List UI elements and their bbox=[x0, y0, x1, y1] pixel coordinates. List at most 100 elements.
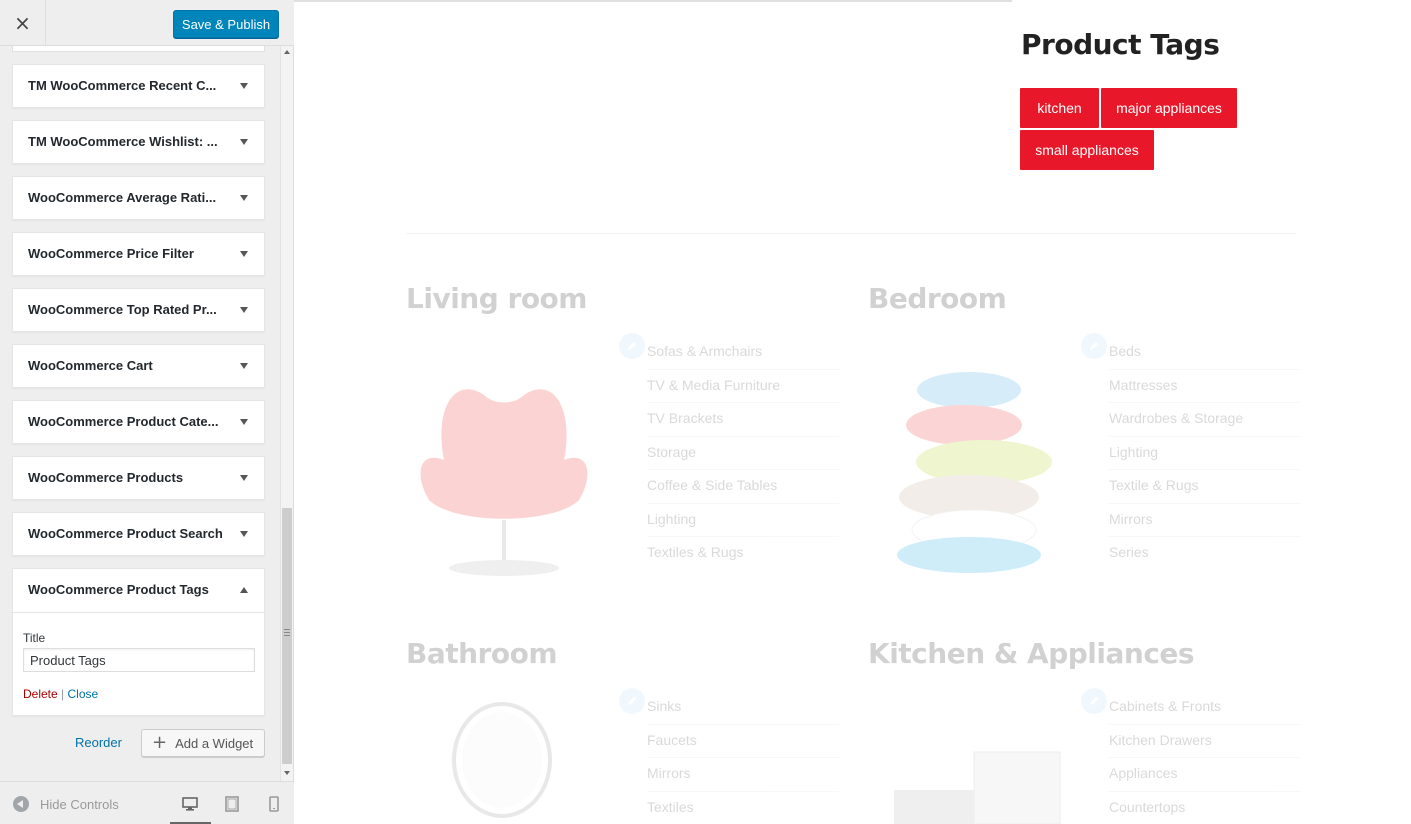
expand-arrow-icon[interactable] bbox=[240, 531, 248, 537]
category-link[interactable]: Faucets bbox=[647, 725, 839, 758]
widget-product-tags-expanded: WooCommerce Product Tags Title Delete | … bbox=[12, 568, 265, 716]
widget-title: TM WooCommerce Recent C... bbox=[28, 78, 217, 93]
widget-title: TM WooCommerce Wishlist: ... bbox=[28, 134, 218, 149]
expand-arrow-icon[interactable] bbox=[240, 251, 248, 257]
customizer-sidebar: × Save & Publish TM WooCommerce Recent C… bbox=[0, 0, 294, 824]
close-link[interactable]: Close bbox=[68, 687, 99, 701]
category-title[interactable]: Living room bbox=[406, 282, 587, 315]
category-list: Cabinets & Fronts Kitchen Drawers Applia… bbox=[1109, 691, 1301, 824]
widget-item[interactable]: TM WooCommerce Recent C... bbox=[12, 64, 265, 108]
category-title[interactable]: Bedroom bbox=[868, 282, 1007, 315]
category-link[interactable]: Textiles bbox=[647, 792, 839, 824]
product-tags-heading: Product Tags bbox=[1021, 28, 1220, 61]
category-link[interactable]: Mirrors bbox=[1109, 504, 1301, 537]
category-link[interactable]: Appliances bbox=[1109, 758, 1301, 792]
category-link[interactable]: Sofas & Armchairs bbox=[647, 336, 839, 370]
pencil-icon[interactable] bbox=[1081, 688, 1107, 714]
scroll-up-icon[interactable] bbox=[284, 50, 290, 54]
add-widget-button[interactable]: + Add a Widget bbox=[141, 729, 265, 757]
collapse-arrow-icon[interactable] bbox=[240, 587, 248, 593]
category-link[interactable]: Lighting bbox=[647, 504, 839, 537]
category-link[interactable]: Lighting bbox=[1109, 437, 1301, 470]
tablet-preview-icon[interactable] bbox=[224, 796, 240, 812]
widget-title: WooCommerce Product Search bbox=[28, 526, 223, 541]
hide-controls-button[interactable]: Hide Controls bbox=[13, 796, 119, 812]
category-link[interactable]: TV Brackets bbox=[647, 403, 839, 437]
category-link[interactable]: Mattresses bbox=[1109, 370, 1301, 403]
category-link[interactable]: Mirrors bbox=[647, 758, 839, 792]
tag-link[interactable]: kitchen bbox=[1020, 88, 1099, 128]
divider bbox=[406, 233, 1296, 234]
title-field-label: Title bbox=[23, 631, 46, 645]
widget-title: WooCommerce Product Cate... bbox=[28, 414, 219, 429]
category-list: Sinks Faucets Mirrors Textiles bbox=[647, 691, 839, 824]
category-link[interactable]: TV & Media Furniture bbox=[647, 370, 839, 403]
widget-item[interactable]: WooCommerce Price Filter bbox=[12, 232, 265, 276]
widget-title[interactable]: WooCommerce Product Tags bbox=[28, 569, 209, 611]
widget-item[interactable]: WooCommerce Product Cate... bbox=[12, 400, 265, 444]
armchair-image bbox=[420, 389, 588, 576]
scroll-thumb[interactable] bbox=[282, 508, 292, 764]
kitchen-image bbox=[894, 751, 1061, 824]
mobile-preview-icon[interactable] bbox=[266, 796, 282, 812]
pillows-image bbox=[897, 372, 1052, 573]
reorder-link[interactable]: Reorder bbox=[75, 735, 122, 750]
expand-arrow-icon[interactable] bbox=[240, 475, 248, 481]
tag-link[interactable]: small appliances bbox=[1020, 130, 1154, 170]
separator: | bbox=[61, 687, 65, 701]
category-link[interactable]: Cabinets & Fronts bbox=[1109, 691, 1301, 725]
pencil-icon[interactable] bbox=[619, 333, 645, 359]
category-link[interactable]: Textiles & Rugs bbox=[647, 537, 839, 571]
widget-title: WooCommerce Products bbox=[28, 470, 184, 485]
category-title[interactable]: Kitchen & Appliances bbox=[868, 637, 1195, 670]
customizer-footer: Hide Controls bbox=[0, 781, 294, 824]
widget-item[interactable]: WooCommerce Product Search bbox=[12, 512, 265, 556]
divider bbox=[13, 612, 264, 613]
expand-arrow-icon[interactable] bbox=[240, 195, 248, 201]
widget-partial bbox=[12, 46, 265, 52]
widget-actions: Delete | Close bbox=[23, 687, 98, 701]
site-preview: Product Tags kitchen major appliances sm… bbox=[294, 0, 1411, 824]
category-title[interactable]: Bathroom bbox=[406, 637, 558, 670]
grip-icon bbox=[284, 629, 290, 636]
widget-item[interactable]: WooCommerce Average Rati... bbox=[12, 176, 265, 220]
expand-arrow-icon[interactable] bbox=[240, 139, 248, 145]
expand-arrow-icon[interactable] bbox=[240, 363, 248, 369]
delete-link[interactable]: Delete bbox=[23, 687, 58, 701]
widget-title: WooCommerce Top Rated Pr... bbox=[28, 302, 217, 317]
pencil-icon[interactable] bbox=[619, 688, 645, 714]
sidebar-scrollbar[interactable] bbox=[280, 46, 293, 781]
plus-icon: + bbox=[152, 732, 168, 753]
widget-list: TM WooCommerce Recent C... TM WooCommerc… bbox=[0, 46, 280, 781]
widget-title: WooCommerce Average Rati... bbox=[28, 190, 217, 205]
category-link[interactable]: Countertops bbox=[1109, 792, 1301, 824]
category-link[interactable]: Storage bbox=[647, 437, 839, 470]
widget-title: WooCommerce Price Filter bbox=[28, 246, 194, 261]
title-input[interactable] bbox=[23, 648, 255, 672]
category-link[interactable]: Kitchen Drawers bbox=[1109, 725, 1301, 758]
category-link[interactable]: Beds bbox=[1109, 336, 1301, 370]
category-link[interactable]: Coffee & Side Tables bbox=[647, 470, 839, 504]
collapse-icon bbox=[13, 796, 29, 812]
widget-item[interactable]: WooCommerce Cart bbox=[12, 344, 265, 388]
category-list: Beds Mattresses Wardrobes & Storage Ligh… bbox=[1109, 336, 1301, 571]
save-publish-button[interactable]: Save & Publish bbox=[173, 10, 279, 38]
expand-arrow-icon[interactable] bbox=[240, 307, 248, 313]
customizer-header: × Save & Publish bbox=[0, 0, 294, 46]
category-link[interactable]: Textile & Rugs bbox=[1109, 470, 1301, 504]
category-link[interactable]: Sinks bbox=[647, 691, 839, 725]
scroll-down-icon[interactable] bbox=[284, 771, 290, 775]
widget-item[interactable]: WooCommerce Top Rated Pr... bbox=[12, 288, 265, 332]
widget-item[interactable]: WooCommerce Products bbox=[12, 456, 265, 500]
tag-link[interactable]: major appliances bbox=[1101, 88, 1237, 128]
expand-arrow-icon[interactable] bbox=[240, 83, 248, 89]
pencil-icon[interactable] bbox=[1081, 333, 1107, 359]
category-link[interactable]: Series bbox=[1109, 537, 1301, 571]
expand-arrow-icon[interactable] bbox=[240, 419, 248, 425]
add-widget-label: Add a Widget bbox=[175, 735, 254, 751]
mirror-image bbox=[452, 702, 552, 818]
category-link[interactable]: Wardrobes & Storage bbox=[1109, 403, 1301, 437]
widget-item[interactable]: TM WooCommerce Wishlist: ... bbox=[12, 120, 265, 164]
desktop-preview-icon[interactable] bbox=[182, 796, 198, 812]
close-icon[interactable]: × bbox=[0, 0, 46, 46]
